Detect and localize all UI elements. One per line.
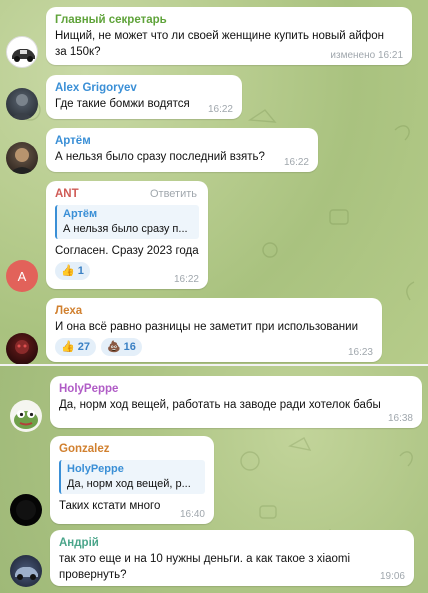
avatar[interactable] (10, 494, 42, 526)
message-text: А нельзя было сразу последний взять? (55, 151, 265, 163)
sender-name[interactable]: Артём (55, 134, 309, 149)
message-time: 16:22 (283, 157, 309, 168)
thumbs-up-icon: 👍 (61, 264, 75, 277)
quote-text: А нельзя было сразу п... (63, 223, 188, 235)
reaction-thumbs-up[interactable]: 👍 1 (55, 262, 90, 280)
message-text: И она всё равно разницы не заметит при и… (55, 321, 359, 333)
quote-author: HolyPeppe (67, 463, 124, 475)
frog-avatar-icon (14, 410, 38, 429)
message-text: Согласен. Сразу 2023 года (55, 245, 199, 257)
reaction-count: 16 (123, 341, 136, 353)
car-avatar-icon (12, 49, 35, 62)
reply-button[interactable]: Ответить (150, 188, 197, 200)
sender-name[interactable]: Леха (55, 304, 373, 319)
reactions: 👍 27 💩 16 (55, 338, 373, 356)
reply-quote[interactable]: HolyPeppe Да, норм ход вещей, р... (59, 460, 205, 494)
message-text: так это еще и на 10 нужны деньги. а как … (59, 553, 351, 565)
reply-quote[interactable]: Артём А нельзя было сразу п... (55, 205, 199, 239)
message-bubble[interactable]: Главный секретарь Нищий, не может что ли… (46, 7, 412, 65)
message-bubble[interactable]: ANT Ответить Артём А нельзя было сразу п… (46, 181, 208, 289)
message-bubble[interactable]: Андрій так это еще и на 10 нужны деньги.… (50, 530, 414, 586)
message-bubble[interactable]: Артём А нельзя было сразу последний взят… (46, 128, 318, 172)
photo-avatar-icon (15, 340, 29, 354)
message-time: 16:22 (173, 274, 199, 285)
quote-text: Да, норм ход вещей, р... (67, 478, 191, 490)
message-time: 16:23 (347, 347, 373, 358)
avatar[interactable]: A (6, 260, 38, 292)
chat-panel-top: Главный секретарь Нищий, не может что ли… (0, 0, 428, 366)
message-text: Да, норм ход вещей, работать на заводе р… (59, 399, 381, 411)
message-text: Нищий, не может что ли своей женщине куп… (55, 30, 384, 42)
photo-avatar-icon (9, 148, 35, 174)
message-text: Где такие бомжи водятся (55, 98, 190, 110)
quote-author: Артём (63, 208, 98, 220)
message-time: 19:06 (379, 571, 405, 582)
message-bubble[interactable]: HolyPeppe Да, норм ход вещей, работать н… (50, 376, 422, 428)
message-time: 16:40 (179, 509, 205, 520)
chat-panel-bottom: HolyPeppe Да, норм ход вещей, работать н… (0, 366, 428, 593)
sender-name[interactable]: Андрій (59, 536, 405, 551)
car-avatar-icon (15, 567, 38, 580)
message-bubble[interactable]: Леха И она всё равно разницы не заметит … (46, 298, 382, 362)
message-time: 16:22 (207, 104, 233, 115)
message-time: изменено 16:21 (330, 50, 403, 61)
reaction-count: 27 (77, 341, 90, 353)
photo-avatar-icon (16, 500, 36, 520)
poop-icon: 💩 (106, 340, 121, 353)
photo-avatar-icon (10, 94, 34, 120)
reaction-poop[interactable]: 💩 16 (100, 338, 142, 356)
avatar[interactable] (6, 333, 38, 365)
message-bubble[interactable]: Gonzalez HolyPeppe Да, норм ход вещей, р… (50, 436, 214, 524)
avatar[interactable] (10, 400, 42, 432)
avatar[interactable] (10, 555, 42, 587)
sender-name[interactable]: Gonzalez (59, 442, 205, 457)
avatar-letter: A (17, 268, 27, 284)
avatar[interactable] (6, 88, 38, 120)
avatar[interactable] (6, 36, 38, 68)
message-bubble[interactable]: Alex Grigoryev Где такие бомжи водятся 1… (46, 75, 242, 119)
sender-name[interactable]: Alex Grigoryev (55, 81, 233, 96)
thumbs-up-icon: 👍 (61, 340, 75, 353)
sender-name[interactable]: Главный секретарь (55, 13, 403, 28)
reaction-thumbs-up[interactable]: 👍 27 (55, 338, 96, 356)
message-time: 16:38 (387, 413, 413, 424)
sender-name[interactable]: HolyPeppe (59, 382, 413, 397)
avatar[interactable] (6, 142, 38, 174)
message-text: провернуть? (59, 569, 127, 581)
reaction-count: 1 (77, 265, 84, 277)
